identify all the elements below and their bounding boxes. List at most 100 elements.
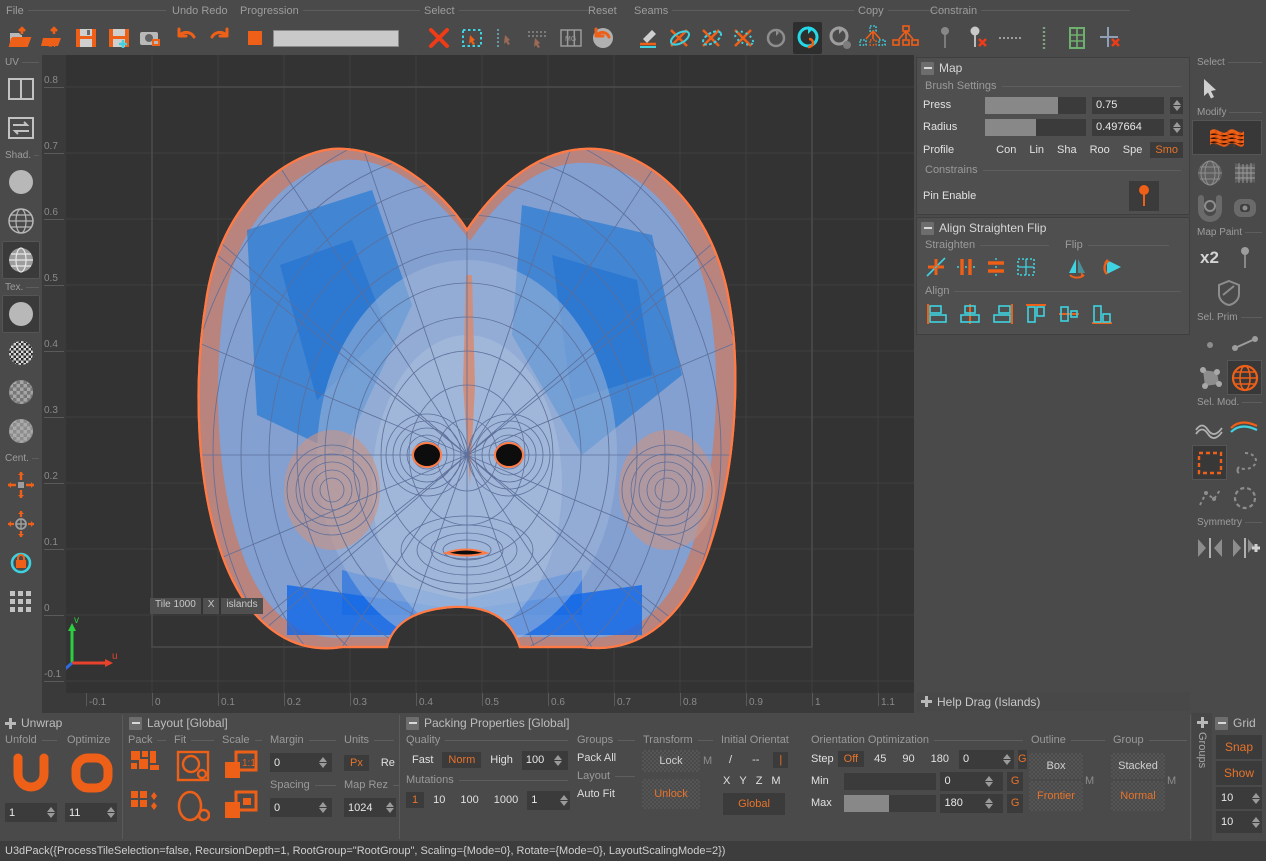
grid-value-y[interactable]: 10 bbox=[1216, 811, 1262, 833]
mirror-sync-icon[interactable] bbox=[793, 22, 823, 54]
mutations-stepper[interactable]: 1 bbox=[527, 790, 571, 810]
spacing-value[interactable]: 0 bbox=[270, 802, 316, 814]
undo-icon[interactable] bbox=[172, 22, 202, 54]
profile-option-sha[interactable]: Sha bbox=[1052, 142, 1082, 158]
redo-icon[interactable] bbox=[205, 22, 235, 54]
checker-texture-icon[interactable] bbox=[2, 334, 40, 372]
paste-islands-icon[interactable] bbox=[891, 22, 921, 54]
unwrap-panel-header[interactable]: Unwrap bbox=[0, 713, 122, 733]
scale-one-icon[interactable]: 1:1 bbox=[218, 747, 266, 787]
loop-wave-icon[interactable] bbox=[1192, 410, 1227, 445]
packing-panel-header[interactable]: Packing Properties [Global] bbox=[401, 713, 1191, 733]
edge-select-icon[interactable] bbox=[523, 22, 553, 54]
margin-stepper[interactable]: 0 bbox=[270, 753, 332, 772]
mutations-option-1[interactable]: 1 bbox=[406, 792, 425, 808]
radius-slider[interactable] bbox=[985, 118, 1086, 136]
quality-stepper[interactable]: 100 bbox=[521, 750, 568, 770]
press-stepper[interactable] bbox=[1170, 96, 1183, 114]
screenshot-icon[interactable] bbox=[136, 22, 166, 54]
quality-option-fast[interactable]: Fast bbox=[406, 752, 439, 768]
layout-panel-header[interactable]: Layout [Global] bbox=[124, 713, 398, 733]
grid-constrain-icon[interactable] bbox=[1062, 22, 1092, 54]
min-value[interactable]: 0 bbox=[940, 775, 982, 787]
grid-snap-button[interactable]: Snap bbox=[1216, 735, 1262, 759]
grid-show-button[interactable]: Show bbox=[1216, 761, 1262, 785]
collapse-icon[interactable] bbox=[921, 221, 934, 235]
quality-option-high[interactable]: High bbox=[484, 752, 519, 768]
quality-option-norm[interactable]: Norm bbox=[442, 752, 482, 768]
cut-pen-icon[interactable] bbox=[634, 22, 663, 54]
plus-icon[interactable] bbox=[921, 696, 932, 707]
group-option-normal[interactable]: Normal bbox=[1111, 781, 1165, 811]
mutations-option-100[interactable]: 100 bbox=[454, 792, 484, 808]
quality-value[interactable]: 100 bbox=[522, 754, 552, 766]
profile-option-roo[interactable]: Roo bbox=[1085, 142, 1115, 158]
pointer-select-icon[interactable] bbox=[490, 22, 520, 54]
optimize-value[interactable]: 11 bbox=[65, 807, 106, 819]
grid-select-icon[interactable]: MG bbox=[556, 22, 586, 54]
step-option-off[interactable]: Off bbox=[837, 751, 865, 767]
collapse-icon[interactable] bbox=[921, 61, 934, 75]
min-g-button[interactable]: G bbox=[1007, 771, 1023, 791]
auto-fit-button[interactable]: Auto Fit bbox=[577, 788, 635, 800]
lasso-icon[interactable] bbox=[1227, 445, 1262, 480]
unfold-stepper[interactable]: 1 bbox=[5, 803, 57, 822]
orient-axis-x[interactable]: X bbox=[723, 775, 730, 787]
grid-value-x[interactable]: 10 bbox=[1216, 787, 1262, 809]
straighten-vertical-icon[interactable] bbox=[985, 256, 1007, 278]
center-move-icon[interactable] bbox=[2, 466, 40, 504]
units-option-re[interactable]: Re bbox=[375, 755, 401, 771]
map-rez-value[interactable]: 1024 bbox=[344, 802, 385, 814]
symmetry-mirror-icon[interactable] bbox=[1192, 530, 1227, 565]
checker-blur-icon[interactable] bbox=[2, 373, 40, 411]
shield-icon[interactable] bbox=[1212, 275, 1247, 310]
uv-viewport[interactable]: v u Tile 1000 X islands bbox=[42, 55, 914, 720]
align-middle-v-icon[interactable] bbox=[1057, 302, 1081, 326]
profile-option-smo[interactable]: Smo bbox=[1150, 142, 1183, 158]
max-stepper[interactable]: 180 bbox=[940, 793, 1004, 813]
center-pivot-icon[interactable] bbox=[2, 505, 40, 543]
straighten-diagonal-icon[interactable] bbox=[925, 256, 947, 278]
profile-option-con[interactable]: Con bbox=[991, 142, 1021, 158]
grid-toggle-icon[interactable] bbox=[2, 583, 40, 621]
grid-panel-header[interactable]: Grid bbox=[1212, 713, 1266, 733]
orient-option-dash[interactable]: -- bbox=[746, 752, 765, 768]
max-value[interactable]: 180 bbox=[940, 797, 982, 809]
orient-option-bar[interactable]: | bbox=[773, 751, 789, 768]
align-bottom-icon[interactable] bbox=[1090, 302, 1114, 326]
flag-mesh-icon[interactable] bbox=[1192, 120, 1262, 155]
optimize-o-icon[interactable] bbox=[70, 753, 114, 793]
fit-square-icon[interactable] bbox=[170, 747, 218, 787]
edge-constrain-icon[interactable] bbox=[996, 22, 1026, 54]
min-slider[interactable] bbox=[844, 772, 937, 790]
rotate-lock-icon[interactable] bbox=[2, 544, 40, 582]
plane-grid-icon[interactable] bbox=[1227, 155, 1262, 190]
polygon-icon[interactable] bbox=[1192, 360, 1227, 395]
wire-shading-icon[interactable] bbox=[2, 202, 40, 240]
pin-icon[interactable] bbox=[1129, 181, 1159, 211]
weld-seam-icon[interactable] bbox=[698, 22, 727, 54]
orient-option-slash[interactable]: / bbox=[723, 752, 738, 768]
spacing-stepper[interactable]: 0 bbox=[270, 798, 332, 817]
max-slider[interactable] bbox=[844, 794, 937, 812]
map-rez-stepper[interactable]: 1024 bbox=[344, 798, 396, 817]
margin-value[interactable]: 0 bbox=[270, 757, 316, 769]
step-g-button[interactable]: G bbox=[1017, 749, 1027, 769]
checker-soft-icon[interactable] bbox=[2, 412, 40, 450]
copy-islands-icon[interactable] bbox=[858, 22, 888, 54]
swap-view-icon[interactable] bbox=[2, 109, 40, 147]
unfold-box-icon[interactable] bbox=[1227, 190, 1262, 225]
radius-value[interactable]: 0.497664 bbox=[1092, 118, 1164, 136]
rect-marquee-icon[interactable] bbox=[1192, 445, 1227, 480]
profile-option-spe[interactable]: Spe bbox=[1118, 142, 1148, 158]
border-wave-icon[interactable] bbox=[1227, 410, 1262, 445]
sphere-grid-icon[interactable] bbox=[1192, 155, 1227, 190]
scale-box-icon[interactable] bbox=[218, 787, 266, 827]
flip-horizontal-icon[interactable] bbox=[1065, 256, 1089, 280]
press-slider[interactable] bbox=[985, 96, 1086, 114]
unfold-u-icon[interactable] bbox=[1192, 190, 1227, 225]
open-uv-folder-icon[interactable]: uv bbox=[39, 22, 69, 54]
mutations-option-10[interactable]: 10 bbox=[427, 792, 451, 808]
copy-sync-icon[interactable] bbox=[825, 22, 854, 54]
orient-axis-z[interactable]: Z bbox=[756, 775, 763, 787]
